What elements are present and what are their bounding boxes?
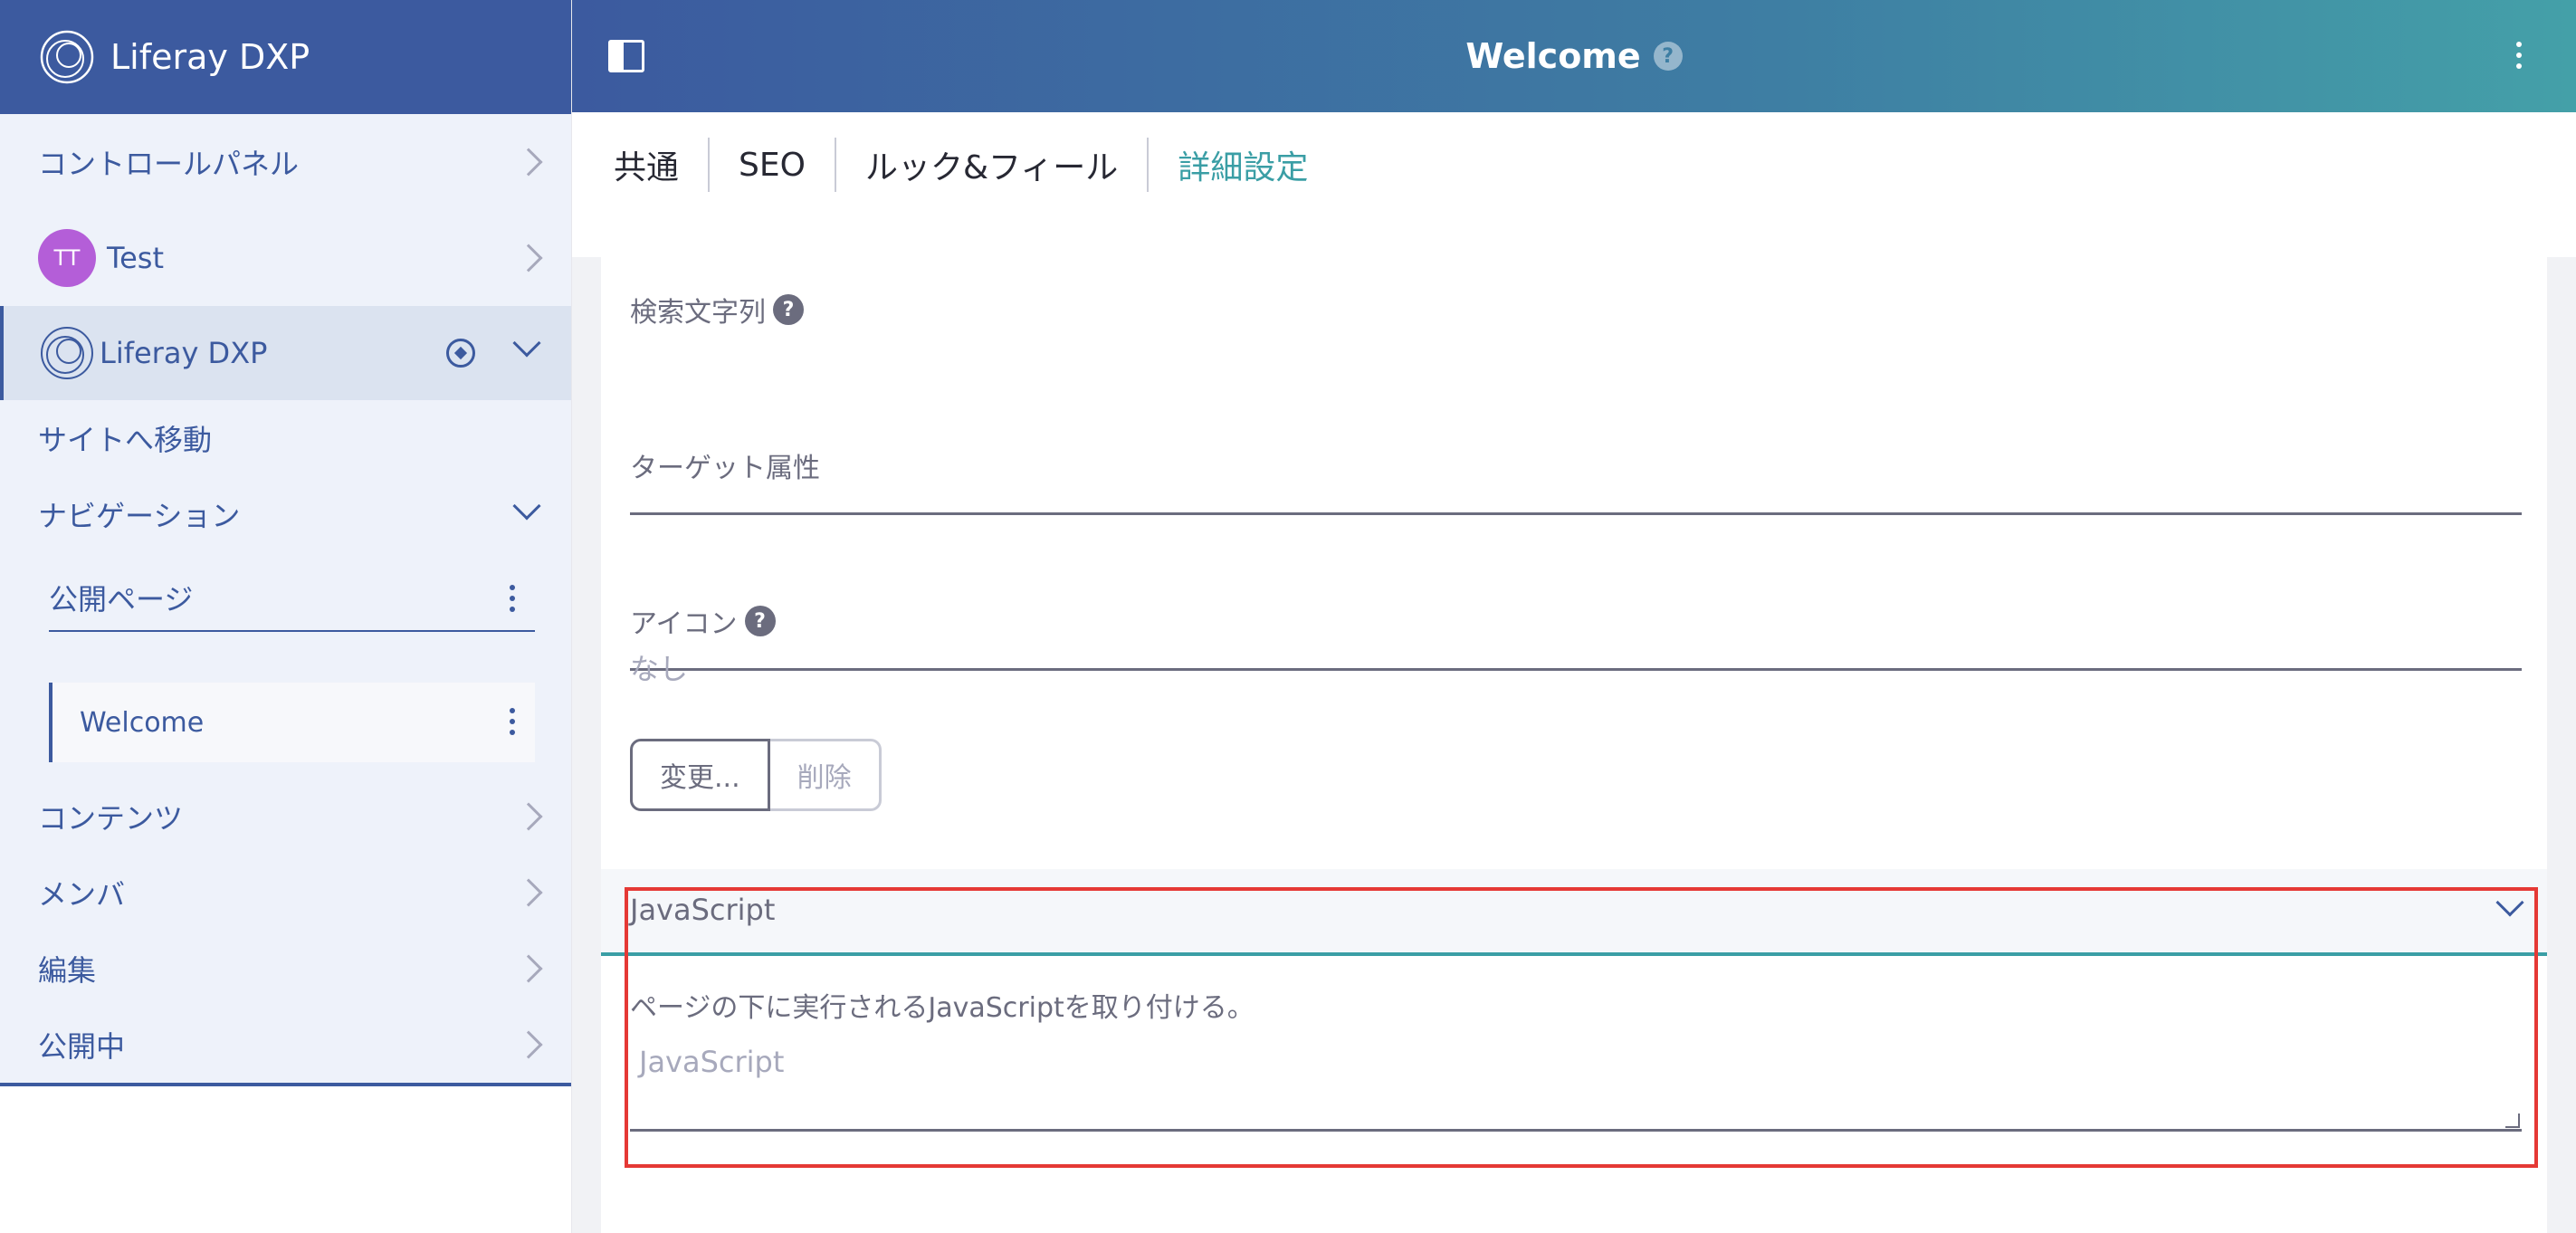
chevron-right-icon: [514, 878, 543, 907]
icon-label-row: アイコン ?: [630, 601, 776, 641]
control-menu: Welcome ?: [572, 0, 2576, 112]
page-title: Welcome ?: [572, 0, 2576, 112]
query-string-label-row: 検索文字列 ?: [630, 290, 804, 330]
tab-seo[interactable]: SEO: [710, 138, 836, 192]
chevron-right-icon: [514, 954, 543, 983]
javascript-textarea[interactable]: [630, 1036, 2522, 1132]
icon-button-group: 変更... 削除: [630, 739, 882, 811]
tab-advanced[interactable]: 詳細設定: [1149, 138, 1337, 192]
tab-list: 共通 SEO ルック&フィール 詳細設定: [614, 138, 1337, 192]
site-item[interactable]: Liferay DXP: [0, 306, 571, 400]
target-input[interactable]: [630, 668, 2522, 671]
help-icon[interactable]: ?: [1653, 42, 1683, 71]
chevron-right-icon: [514, 244, 543, 272]
sidebar-item-members[interactable]: メンバ: [0, 855, 571, 931]
user-name: Test: [107, 241, 165, 275]
sidebar-item-label: 公開中: [38, 1029, 126, 1064]
javascript-panel-header[interactable]: JavaScript: [601, 869, 2547, 956]
public-pages-header[interactable]: 公開ページ: [49, 565, 535, 632]
page-item-welcome[interactable]: Welcome: [49, 683, 535, 762]
site-name: Liferay DXP: [100, 336, 268, 370]
user-item[interactable]: TT Test: [0, 210, 571, 306]
sidebar-item-label: 編集: [38, 953, 97, 988]
product-menu-header: Liferay DXP: [0, 0, 571, 114]
sidebar-item-label: コンテンツ: [38, 801, 184, 836]
main-content: 共通 SEO ルック&フィール 詳細設定 検索文字列 ? ターゲット属性 アイコ…: [572, 112, 2576, 1233]
compass-icon[interactable]: [446, 339, 475, 368]
chevron-right-icon: [514, 1030, 543, 1059]
site-logo-icon: [41, 327, 93, 379]
query-string-label: 検索文字列: [630, 297, 766, 329]
brand-name: Liferay DXP: [110, 37, 310, 77]
icon-value: なし: [630, 652, 689, 686]
query-string-input[interactable]: [630, 512, 2522, 515]
chevron-right-icon: [514, 802, 543, 831]
public-pages-label: 公開ページ: [49, 582, 194, 616]
help-icon[interactable]: ?: [744, 606, 776, 636]
sidebar-item-edit[interactable]: 編集: [0, 931, 571, 1007]
go-to-site-link[interactable]: サイトへ移動: [0, 400, 571, 476]
kebab-menu-icon[interactable]: [510, 708, 515, 735]
javascript-description: ページの下に実行されるJavaScriptを取り付ける。: [630, 992, 1255, 1024]
control-panel-label: コントロールパネル: [38, 147, 300, 181]
chevron-down-icon[interactable]: [512, 329, 541, 358]
target-label: ターゲット属性: [630, 453, 820, 484]
product-menu: Liferay DXP コントロールパネル TT Test Liferay DX…: [0, 0, 572, 1233]
page-item-label: Welcome: [80, 706, 205, 739]
control-panel-item[interactable]: コントロールパネル: [0, 114, 571, 210]
icon-label: アイコン: [630, 608, 738, 640]
resize-handle-icon[interactable]: [2505, 1114, 2520, 1128]
sidebar-item-publishing[interactable]: 公開中: [0, 1007, 571, 1083]
kebab-menu-icon[interactable]: [2516, 42, 2522, 69]
chevron-down-icon: [512, 492, 541, 521]
liferay-logo-icon: [40, 30, 94, 84]
navigation-item[interactable]: ナビゲーション: [0, 476, 571, 552]
navigation-label: ナビゲーション: [38, 499, 241, 533]
javascript-panel-title: JavaScript: [630, 893, 776, 927]
sidebar-item-label: メンバ: [38, 877, 126, 912]
change-icon-button[interactable]: 変更...: [630, 739, 770, 811]
target-label-row: ターゲット属性: [630, 445, 820, 485]
page-title-text: Welcome: [1465, 36, 1641, 76]
tab-general[interactable]: 共通: [614, 138, 711, 192]
sidebar-menu: コントロールパネル TT Test Liferay DXP サイトへ移動 ナビゲ…: [0, 114, 571, 1086]
sidebar-toggle-icon[interactable]: [608, 40, 644, 72]
sidebar-item-content[interactable]: コンテンツ: [0, 779, 571, 855]
tabs-bar: 共通 SEO ルック&フィール 詳細設定: [572, 112, 2576, 257]
avatar: TT: [38, 229, 96, 287]
help-icon[interactable]: ?: [773, 294, 804, 325]
chevron-down-icon: [2495, 888, 2524, 917]
kebab-menu-icon[interactable]: [510, 585, 515, 612]
tab-look-and-feel[interactable]: ルック&フィール: [836, 138, 1150, 192]
delete-icon-button[interactable]: 削除: [769, 739, 882, 811]
chevron-right-icon: [514, 148, 543, 177]
go-to-site-label: サイトへ移動: [38, 423, 213, 457]
javascript-panel: JavaScript ページの下に実行されるJavaScriptを取り付ける。: [601, 869, 2547, 1233]
